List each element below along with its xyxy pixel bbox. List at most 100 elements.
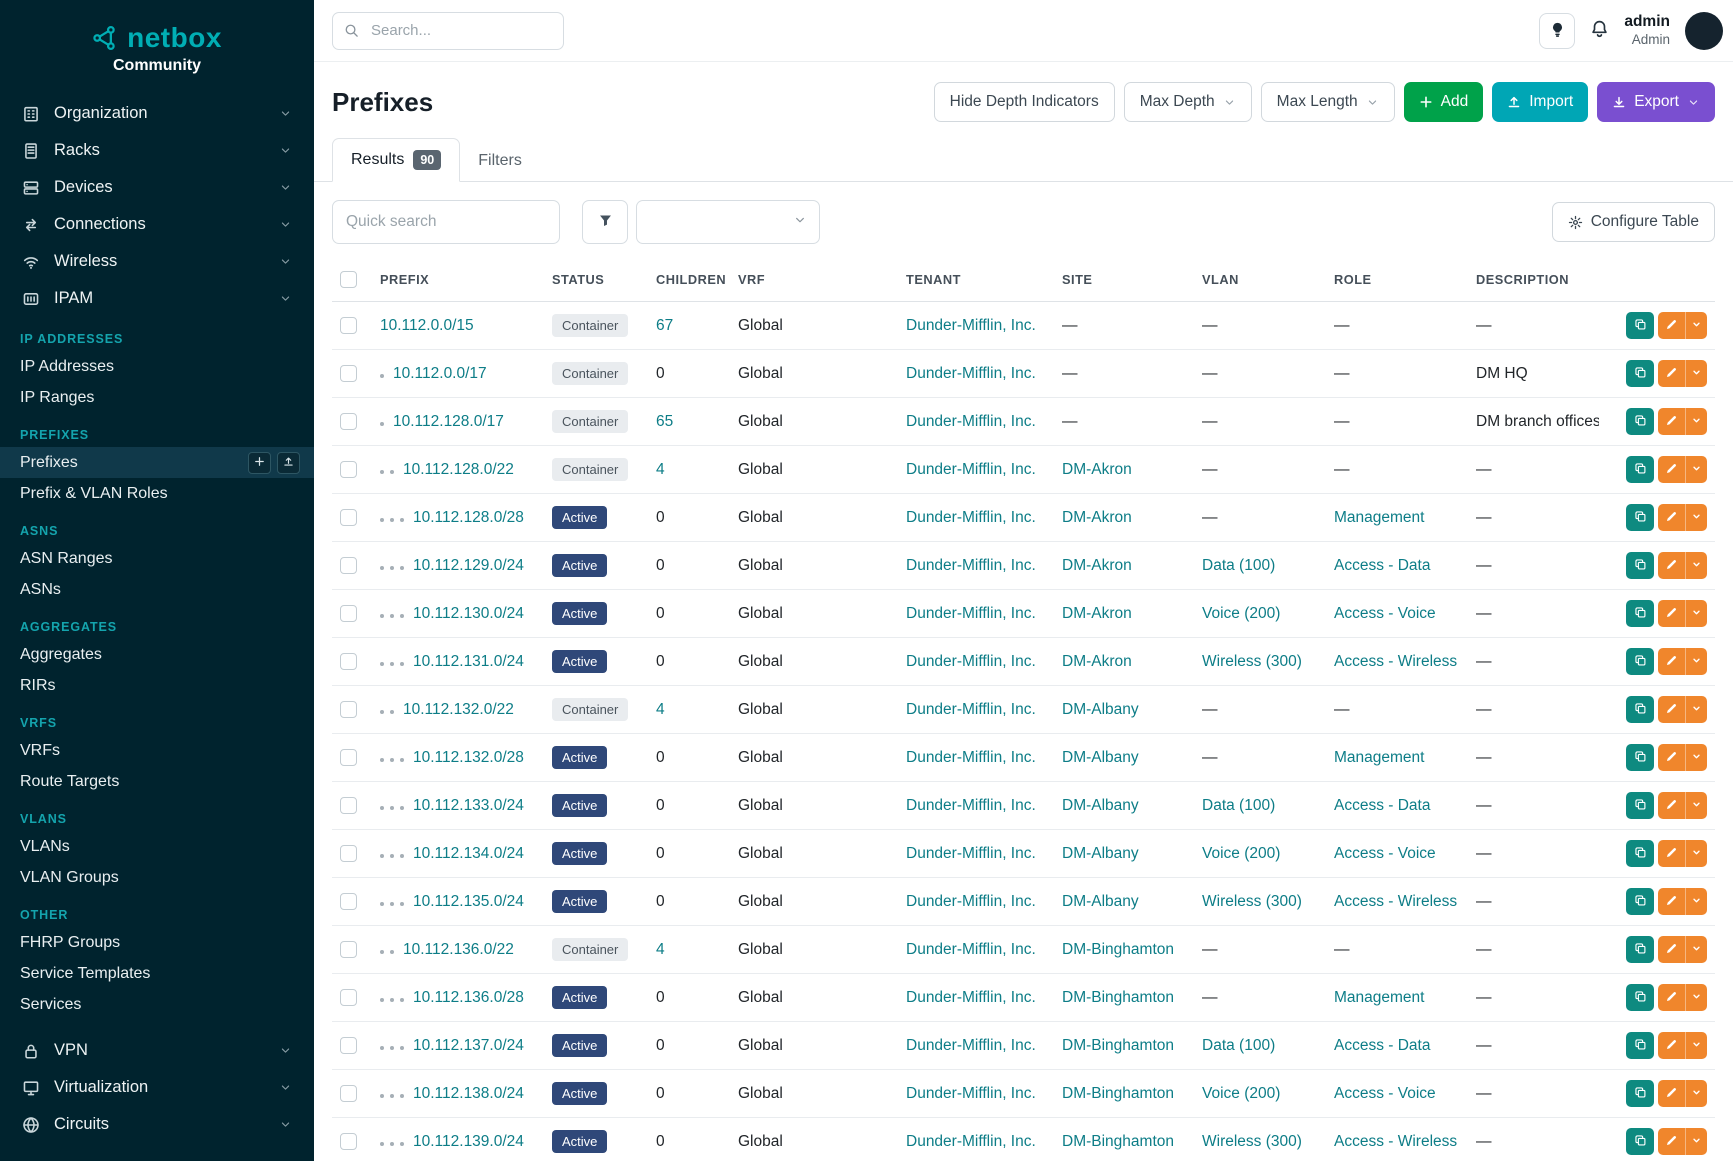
- sidebar-item-asns[interactable]: ASNs: [0, 574, 314, 605]
- prefix-link[interactable]: 10.112.0.0/15: [380, 317, 474, 334]
- edit-dropdown-button[interactable]: [1686, 888, 1707, 915]
- column-header-status[interactable]: STATUS: [544, 258, 648, 302]
- row-checkbox[interactable]: [340, 941, 357, 958]
- edit-dropdown-button[interactable]: [1686, 504, 1707, 531]
- edit-button[interactable]: [1658, 888, 1686, 915]
- role-link[interactable]: Management: [1334, 989, 1424, 1006]
- edit-button[interactable]: [1658, 936, 1686, 963]
- prefix-link[interactable]: 10.112.0.0/17: [393, 365, 487, 382]
- row-checkbox[interactable]: [340, 653, 357, 670]
- edit-button[interactable]: [1658, 600, 1686, 627]
- vlan-link[interactable]: Voice (200): [1202, 845, 1280, 862]
- edit-dropdown-button[interactable]: [1686, 600, 1707, 627]
- copy-button[interactable]: [1626, 936, 1654, 963]
- row-checkbox[interactable]: [340, 893, 357, 910]
- row-checkbox[interactable]: [340, 413, 357, 430]
- row-checkbox[interactable]: [340, 317, 357, 334]
- prefix-link[interactable]: 10.112.137.0/24: [413, 1037, 524, 1054]
- quick-search-input[interactable]: [332, 200, 560, 244]
- children-link[interactable]: 4: [656, 941, 665, 958]
- edit-dropdown-button[interactable]: [1686, 552, 1707, 579]
- vlan-link[interactable]: Data (100): [1202, 557, 1275, 574]
- site-link[interactable]: DM-Albany: [1062, 797, 1139, 814]
- vlan-link[interactable]: Wireless (300): [1202, 653, 1302, 670]
- copy-button[interactable]: [1626, 984, 1654, 1011]
- max-length-dropdown[interactable]: Max Length: [1261, 82, 1395, 122]
- edit-dropdown-button[interactable]: [1686, 456, 1707, 483]
- vlan-link[interactable]: Wireless (300): [1202, 893, 1302, 910]
- hide-depth-indicators-button[interactable]: Hide Depth Indicators: [934, 82, 1115, 122]
- row-checkbox[interactable]: [340, 989, 357, 1006]
- tenant-link[interactable]: Dunder-Mifflin, Inc.: [906, 461, 1036, 478]
- prefix-link[interactable]: 10.112.128.0/22: [403, 461, 514, 478]
- copy-button[interactable]: [1626, 792, 1654, 819]
- role-link[interactable]: Access - Wireless: [1334, 1133, 1457, 1150]
- edit-button[interactable]: [1658, 1128, 1686, 1155]
- prefix-link[interactable]: 10.112.139.0/24: [413, 1133, 524, 1150]
- sidebar-item-service-templates[interactable]: Service Templates: [0, 958, 314, 989]
- tenant-link[interactable]: Dunder-Mifflin, Inc.: [906, 509, 1036, 526]
- site-link[interactable]: DM-Albany: [1062, 749, 1139, 766]
- theme-toggle-button[interactable]: [1539, 13, 1575, 49]
- edit-dropdown-button[interactable]: [1686, 312, 1707, 339]
- tenant-link[interactable]: Dunder-Mifflin, Inc.: [906, 893, 1036, 910]
- edit-dropdown-button[interactable]: [1686, 408, 1707, 435]
- copy-button[interactable]: [1626, 600, 1654, 627]
- column-header-site[interactable]: SITE: [1054, 258, 1194, 302]
- edit-dropdown-button[interactable]: [1686, 1128, 1707, 1155]
- row-checkbox[interactable]: [340, 1037, 357, 1054]
- sidebar-item-aggregates[interactable]: Aggregates: [0, 639, 314, 670]
- edit-button[interactable]: [1658, 840, 1686, 867]
- site-link[interactable]: DM-Akron: [1062, 605, 1132, 622]
- column-header-prefix[interactable]: PREFIX: [372, 258, 544, 302]
- prefix-link[interactable]: 10.112.131.0/24: [413, 653, 524, 670]
- role-link[interactable]: Management: [1334, 509, 1424, 526]
- edit-button[interactable]: [1658, 792, 1686, 819]
- sidebar-item-services[interactable]: Services: [0, 989, 314, 1020]
- site-link[interactable]: DM-Albany: [1062, 893, 1139, 910]
- site-link[interactable]: DM-Binghamton: [1062, 1133, 1174, 1150]
- column-header-vlan[interactable]: VLAN: [1194, 258, 1326, 302]
- column-header-role[interactable]: ROLE: [1326, 258, 1468, 302]
- site-link[interactable]: DM-Akron: [1062, 461, 1132, 478]
- select-all-checkbox[interactable]: [340, 271, 357, 288]
- export-dropdown-button[interactable]: Export: [1597, 82, 1715, 122]
- edit-dropdown-button[interactable]: [1686, 840, 1707, 867]
- tenant-link[interactable]: Dunder-Mifflin, Inc.: [906, 701, 1036, 718]
- edit-button[interactable]: [1658, 984, 1686, 1011]
- column-header-vrf[interactable]: VRF: [730, 258, 898, 302]
- role-link[interactable]: Access - Wireless: [1334, 893, 1457, 910]
- prefix-link[interactable]: 10.112.129.0/24: [413, 557, 524, 574]
- global-search-input[interactable]: [332, 12, 564, 50]
- row-checkbox[interactable]: [340, 1133, 357, 1150]
- sidebar-group-circuits[interactable]: Circuits: [0, 1106, 314, 1143]
- edit-button[interactable]: [1658, 456, 1686, 483]
- prefix-link[interactable]: 10.112.133.0/24: [413, 797, 524, 814]
- sidebar-item-prefixes[interactable]: Prefixes: [0, 447, 314, 478]
- sidebar-item-ip-addresses[interactable]: IP Addresses: [0, 351, 314, 382]
- row-checkbox[interactable]: [340, 701, 357, 718]
- tenant-link[interactable]: Dunder-Mifflin, Inc.: [906, 653, 1036, 670]
- copy-button[interactable]: [1626, 744, 1654, 771]
- copy-button[interactable]: [1626, 408, 1654, 435]
- row-checkbox[interactable]: [340, 509, 357, 526]
- edit-dropdown-button[interactable]: [1686, 360, 1707, 387]
- copy-button[interactable]: [1626, 504, 1654, 531]
- role-link[interactable]: Access - Data: [1334, 557, 1430, 574]
- tab-filters[interactable]: Filters: [460, 141, 540, 181]
- row-checkbox[interactable]: [340, 797, 357, 814]
- edit-button[interactable]: [1658, 744, 1686, 771]
- edit-dropdown-button[interactable]: [1686, 1032, 1707, 1059]
- copy-button[interactable]: [1626, 456, 1654, 483]
- site-link[interactable]: DM-Binghamton: [1062, 941, 1174, 958]
- prefix-link[interactable]: 10.112.138.0/24: [413, 1085, 524, 1102]
- edit-button[interactable]: [1658, 504, 1686, 531]
- sidebar-group-racks[interactable]: Racks: [0, 132, 314, 169]
- notifications-button[interactable]: [1590, 19, 1609, 43]
- max-depth-dropdown[interactable]: Max Depth: [1124, 82, 1252, 122]
- row-checkbox[interactable]: [340, 605, 357, 622]
- copy-button[interactable]: [1626, 312, 1654, 339]
- tenant-link[interactable]: Dunder-Mifflin, Inc.: [906, 413, 1036, 430]
- sidebar-item-asn-ranges[interactable]: ASN Ranges: [0, 543, 314, 574]
- tenant-link[interactable]: Dunder-Mifflin, Inc.: [906, 797, 1036, 814]
